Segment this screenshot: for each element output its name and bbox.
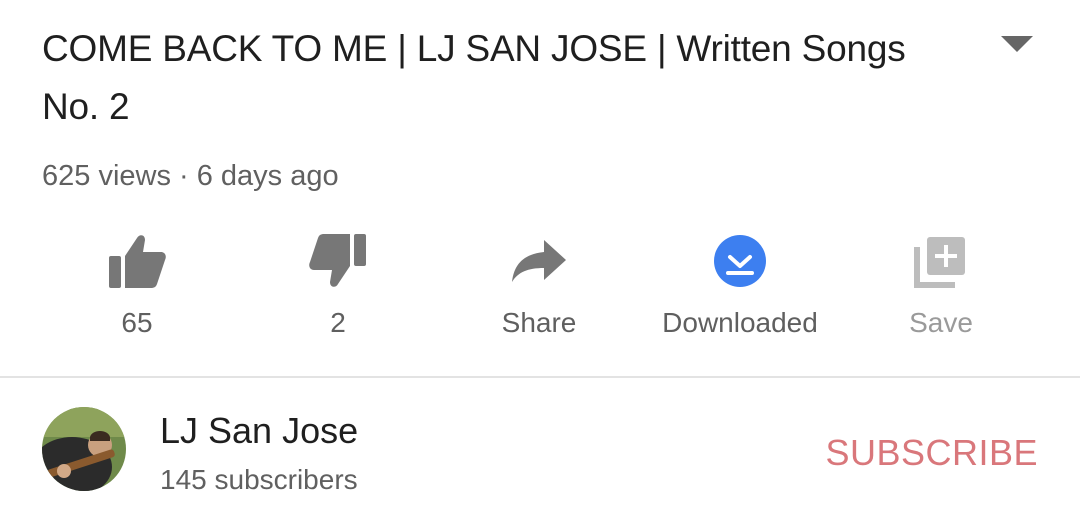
subscriber-count: 145 subscribers	[160, 464, 358, 495]
video-title-area[interactable]: COME BACK TO ME | LJ SAN JOSE | Written …	[42, 20, 922, 136]
section-divider	[0, 376, 1080, 378]
video-meta: 625 views · 6 days ago	[42, 160, 339, 192]
video-title[interactable]: COME BACK TO ME | LJ SAN JOSE | Written …	[42, 20, 922, 136]
thumbs-up-icon	[109, 235, 166, 288]
share-arrow-icon	[512, 240, 566, 282]
download-button[interactable]: Downloaded	[645, 225, 835, 345]
like-button[interactable]: 65	[42, 225, 232, 345]
action-bar: 65 2 Share Downloaded Save	[0, 225, 1080, 355]
expand-chevron-icon[interactable]	[1001, 36, 1033, 54]
subscribe-button[interactable]: SUBSCRIBE	[825, 432, 1038, 474]
share-button[interactable]: Share	[444, 225, 634, 345]
dislike-button[interactable]: 2	[243, 225, 433, 345]
download-check-icon	[714, 235, 766, 287]
add-to-playlist-icon	[914, 237, 965, 288]
channel-row[interactable]: LJ San Jose 145 subscribers SUBSCRIBE	[0, 380, 1080, 515]
channel-name[interactable]: LJ San Jose	[160, 410, 358, 452]
save-label: Save	[909, 307, 973, 338]
channel-avatar[interactable]	[42, 407, 126, 491]
like-count: 65	[121, 307, 153, 338]
dislike-count: 2	[330, 307, 346, 338]
save-button[interactable]: Save	[846, 225, 1036, 345]
download-label: Downloaded	[662, 307, 818, 338]
avatar-photo-icon	[42, 407, 126, 491]
thumbs-down-icon	[309, 234, 366, 287]
share-label: Share	[501, 307, 577, 338]
